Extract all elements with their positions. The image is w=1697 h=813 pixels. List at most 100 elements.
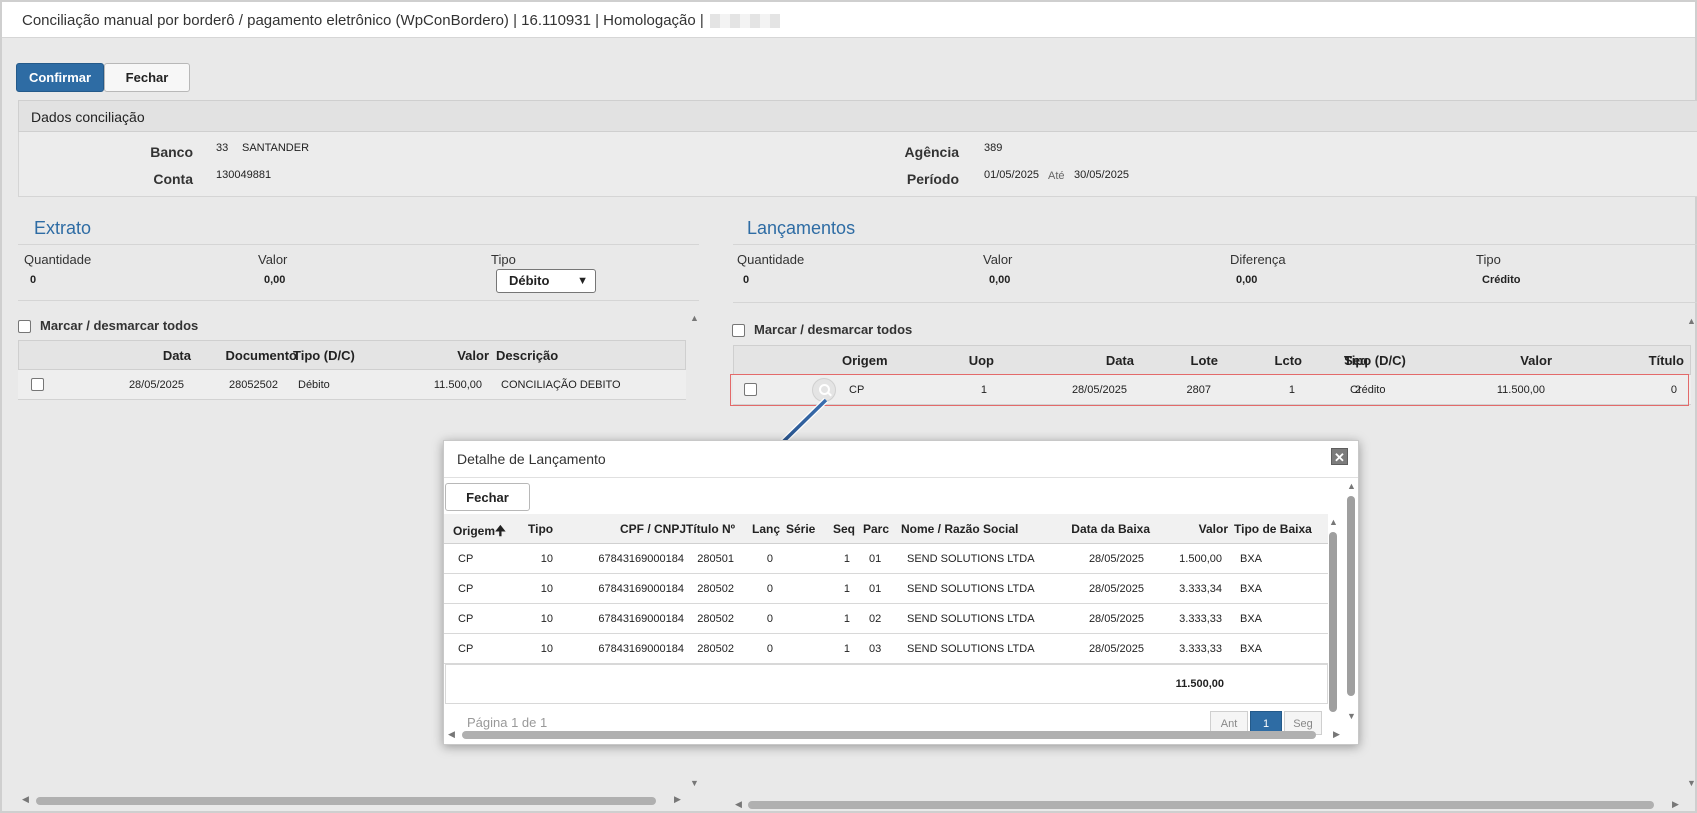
scroll-up-icon[interactable]: ▲ [1687, 316, 1696, 326]
dialog-title: Detalhe de Lançamento [457, 451, 606, 467]
lanc-mark-all-label: Marcar / desmarcar todos [754, 322, 913, 337]
cell-tipo-baixa: BXA [1240, 583, 1263, 595]
scroll-up-icon[interactable]: ▲ [690, 313, 699, 323]
cell-lanc: 0 [766, 583, 773, 595]
extrato-divider-2 [18, 300, 699, 301]
col-origem[interactable]: Origem🠉 [453, 522, 506, 544]
conta-value: 130049881 [216, 169, 272, 181]
lanc-horizontal-scrollbar[interactable] [748, 801, 1654, 809]
scroll-left-icon[interactable]: ◀ [22, 794, 29, 805]
col-data-baixa[interactable]: Data da Baixa [1034, 522, 1150, 536]
dados-panel-title: Dados conciliação [31, 109, 145, 125]
table-row[interactable]: 28/05/2025 28052502 Débito 11.500,00 CON… [18, 370, 686, 400]
cell-parc: 01 [869, 583, 882, 595]
extrato-tipo-select[interactable]: Débito ▼ [496, 269, 596, 293]
col-titulo[interactable]: Título Nº [686, 522, 735, 536]
lanc-diferenca-value: 0,00 [1236, 274, 1258, 286]
cell-data: 28/05/2025 [1088, 613, 1144, 625]
cell-seq: 1 [843, 553, 850, 565]
table-row[interactable]: CP 10 67843169000184 280502 0 1 02 SEND … [444, 604, 1328, 634]
lanc-valor-label: Valor [983, 252, 1013, 267]
dialog-vertical-scrollbar[interactable] [1347, 496, 1355, 696]
scroll-up-icon[interactable]: ▲ [1347, 481, 1356, 491]
extrato-quantidade-value: 0 [30, 274, 37, 286]
lanc-valor-value: 0,00 [989, 274, 1011, 286]
scroll-up-icon[interactable]: ▲ [1329, 517, 1338, 527]
cell-titulo: 280501 [697, 553, 734, 565]
cell-valor: 3.333,33 [1179, 613, 1222, 625]
table-row[interactable]: CP 10 67843169000184 280502 0 1 03 SEND … [444, 634, 1328, 664]
cell-lanc: 0 [766, 553, 773, 565]
agencia-value: 389 [984, 142, 1003, 154]
scroll-right-icon[interactable]: ▶ [1672, 799, 1679, 810]
extrato-col-valor[interactable]: Valor [399, 348, 489, 363]
lanc-col-titulo[interactable]: Título [1594, 353, 1684, 368]
cell-tipo-baixa: BXA [1240, 613, 1263, 625]
window-title: Conciliação manual por borderô / pagamen… [22, 12, 780, 29]
extrato-valor-label: Valor [258, 252, 288, 267]
scroll-left-icon[interactable]: ◀ [448, 729, 455, 740]
cell-seq: 1 [843, 583, 850, 595]
grid-vertical-scrollbar[interactable] [1329, 532, 1337, 712]
lanc-col-lcto[interactable]: Lcto [1218, 353, 1302, 368]
sort-up-icon: 🠉 [495, 523, 506, 538]
redacted-environment [709, 14, 780, 29]
col-cpf-cnpj[interactable]: CPF / CNPJ [584, 522, 686, 536]
periodo-to: 30/05/2025 [1074, 169, 1130, 181]
scroll-down-icon[interactable]: ▼ [690, 778, 699, 788]
cell-origem: CP [458, 553, 474, 565]
table-row[interactable]: CP 10 67843169000184 280501 0 1 01 SEND … [444, 544, 1328, 574]
table-row[interactable]: CP 10 67843169000184 280502 0 1 01 SEND … [444, 574, 1328, 604]
dados-panel-header[interactable]: Dados conciliação [18, 100, 1697, 132]
scroll-right-icon[interactable]: ▶ [674, 794, 681, 805]
col-tipo[interactable]: Tipo [528, 522, 553, 536]
lanc-col-uop[interactable]: Uop [904, 353, 994, 368]
extrato-col-data[interactable]: Data [99, 348, 191, 363]
extrato-grid-header: Data Documento Tipo (D/C) Valor Descriçã… [18, 340, 686, 370]
cell-seq: 1 [843, 613, 850, 625]
lanc-col-data[interactable]: Data [1034, 353, 1134, 368]
cell-cnpj: 67843169000184 [598, 553, 684, 565]
lanc-tipo-value: Crédito [1482, 274, 1521, 286]
dialog-close-button[interactable]: Fechar [445, 483, 530, 511]
cell-cnpj: 67843169000184 [598, 613, 684, 625]
row-checkbox[interactable] [31, 378, 44, 391]
row-highlight [730, 374, 1689, 406]
lanc-col-valor[interactable]: Valor [1454, 353, 1552, 368]
col-nome[interactable]: Nome / Razão Social [901, 522, 1018, 536]
extrato-col-descricao[interactable]: Descrição [496, 348, 558, 363]
extrato-mark-all-checkbox[interactable] [18, 320, 31, 333]
lanc-col-tipo[interactable]: Tipo (D/C) [1344, 353, 1406, 368]
close-icon[interactable]: ✕ [1331, 448, 1348, 465]
lancamentos-divider-2 [733, 302, 1697, 303]
extrato-col-documento[interactable]: Documento [199, 348, 298, 363]
close-button[interactable]: Fechar [104, 63, 190, 92]
scroll-down-icon[interactable]: ▼ [1347, 711, 1356, 721]
lanc-col-lote[interactable]: Lote [1134, 353, 1218, 368]
cell-nome: SEND SOLUTIONS LTDA [907, 583, 1035, 595]
cell-seq: 1 [843, 643, 850, 655]
cell-lanc: 0 [766, 643, 773, 655]
extrato-col-tipo[interactable]: Tipo (D/C) [293, 348, 355, 363]
lanc-col-origem[interactable]: Origem [842, 353, 888, 368]
cell-valor: 1.500,00 [1179, 553, 1222, 565]
extrato-mark-all-label: Marcar / desmarcar todos [40, 318, 199, 333]
total-value: 11.500,00 [1175, 678, 1224, 690]
col-seq[interactable]: Seq [833, 522, 855, 536]
col-serie[interactable]: Série [786, 522, 815, 536]
dialog-horizontal-scrollbar[interactable] [462, 731, 1316, 739]
pagination-text: Página 1 de 1 [467, 715, 548, 730]
col-tipo-baixa[interactable]: Tipo de Baixa [1234, 522, 1312, 536]
col-valor[interactable]: Valor [1144, 522, 1228, 536]
cell-cnpj: 67843169000184 [598, 643, 684, 655]
scroll-right-icon[interactable]: ▶ [1333, 729, 1340, 740]
col-parc[interactable]: Parc [863, 522, 889, 536]
scroll-down-icon[interactable]: ▼ [1687, 778, 1696, 788]
scroll-left-icon[interactable]: ◀ [735, 799, 742, 810]
lancamentos-divider [733, 244, 1697, 245]
lanc-mark-all-checkbox[interactable] [732, 324, 745, 337]
extrato-horizontal-scrollbar[interactable] [36, 797, 656, 805]
col-lanc[interactable]: Lanç [752, 522, 780, 536]
confirm-button[interactable]: Confirmar [16, 63, 104, 92]
cell-origem: CP [458, 643, 474, 655]
